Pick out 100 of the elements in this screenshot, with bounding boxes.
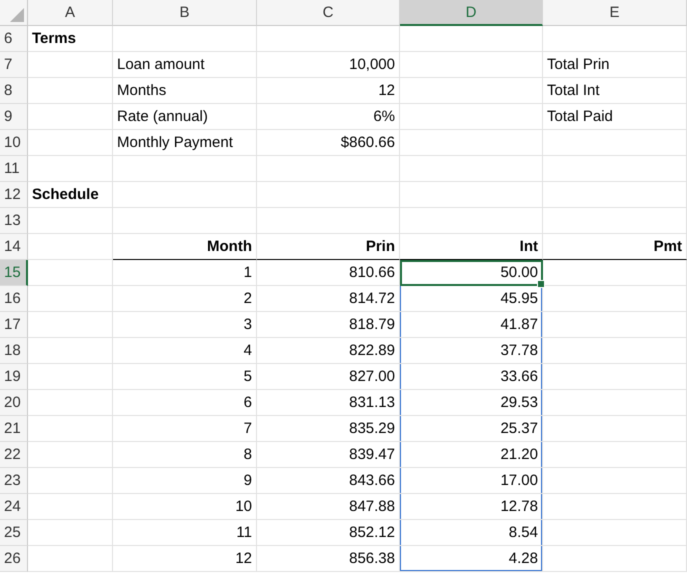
table-cell[interactable]: Pmt xyxy=(543,234,687,260)
table-cell[interactable] xyxy=(28,286,113,312)
table-cell[interactable]: 1 xyxy=(113,260,257,286)
table-cell[interactable]: 25.37 xyxy=(400,416,543,442)
table-cell[interactable] xyxy=(543,416,687,442)
table-cell[interactable]: 45.95 xyxy=(400,286,543,312)
row-header[interactable]: 16 xyxy=(0,286,28,312)
column-header[interactable]: D xyxy=(400,0,543,26)
table-cell[interactable] xyxy=(28,468,113,494)
table-cell[interactable] xyxy=(28,104,113,130)
table-cell[interactable] xyxy=(543,364,687,390)
table-cell[interactable] xyxy=(400,52,543,78)
table-cell[interactable] xyxy=(28,130,113,156)
table-cell[interactable]: 847.88 xyxy=(257,494,400,520)
row-header[interactable]: 21 xyxy=(0,416,28,442)
table-cell[interactable] xyxy=(28,390,113,416)
table-cell[interactable]: Total Prin xyxy=(543,52,687,78)
table-cell[interactable]: 822.89 xyxy=(257,338,400,364)
table-cell[interactable] xyxy=(28,416,113,442)
table-cell[interactable] xyxy=(543,442,687,468)
table-cell[interactable] xyxy=(28,260,113,286)
table-cell[interactable] xyxy=(543,182,687,208)
table-cell[interactable]: 50.00 xyxy=(400,260,543,286)
table-cell[interactable]: 21.20 xyxy=(400,442,543,468)
row-header[interactable]: 15 xyxy=(0,260,28,286)
table-cell[interactable] xyxy=(543,390,687,416)
row-header[interactable]: 13 xyxy=(0,208,28,234)
table-cell[interactable] xyxy=(113,156,257,182)
table-cell[interactable]: Total Int xyxy=(543,78,687,104)
table-cell[interactable] xyxy=(400,104,543,130)
table-cell[interactable] xyxy=(543,468,687,494)
row-header[interactable]: 10 xyxy=(0,130,28,156)
row-header[interactable]: 8 xyxy=(0,78,28,104)
row-header[interactable]: 11 xyxy=(0,156,28,182)
table-cell[interactable]: 12.78 xyxy=(400,494,543,520)
table-cell[interactable]: 827.00 xyxy=(257,364,400,390)
table-cell[interactable]: $860.66 xyxy=(257,130,400,156)
row-header[interactable]: 12 xyxy=(0,182,28,208)
table-cell[interactable] xyxy=(28,520,113,546)
table-cell[interactable]: 5 xyxy=(113,364,257,390)
row-header[interactable]: 25 xyxy=(0,520,28,546)
table-cell[interactable]: 10,000 xyxy=(257,52,400,78)
table-cell[interactable] xyxy=(28,312,113,338)
row-header[interactable]: 22 xyxy=(0,442,28,468)
table-cell[interactable]: Months xyxy=(113,78,257,104)
table-cell[interactable] xyxy=(543,338,687,364)
table-cell[interactable]: 6% xyxy=(257,104,400,130)
table-cell[interactable]: Terms xyxy=(28,26,113,52)
table-cell[interactable] xyxy=(400,26,543,52)
table-cell[interactable] xyxy=(543,156,687,182)
table-cell[interactable] xyxy=(543,546,687,572)
table-cell[interactable] xyxy=(28,546,113,572)
table-cell[interactable] xyxy=(543,208,687,234)
table-cell[interactable]: 33.66 xyxy=(400,364,543,390)
row-header[interactable]: 6 xyxy=(0,26,28,52)
column-header[interactable]: B xyxy=(113,0,257,26)
table-cell[interactable]: 17.00 xyxy=(400,468,543,494)
table-cell[interactable]: 7 xyxy=(113,416,257,442)
table-cell[interactable] xyxy=(400,130,543,156)
row-header[interactable]: 7 xyxy=(0,52,28,78)
table-cell[interactable] xyxy=(257,208,400,234)
row-header[interactable]: 26 xyxy=(0,546,28,572)
table-cell[interactable]: 856.38 xyxy=(257,546,400,572)
table-cell[interactable] xyxy=(113,182,257,208)
table-cell[interactable] xyxy=(28,364,113,390)
fill-handle[interactable] xyxy=(537,280,545,288)
table-cell[interactable]: 3 xyxy=(113,312,257,338)
table-cell[interactable]: 835.29 xyxy=(257,416,400,442)
table-cell[interactable]: Loan amount xyxy=(113,52,257,78)
table-cell[interactable] xyxy=(543,26,687,52)
table-cell[interactable]: 852.12 xyxy=(257,520,400,546)
table-cell[interactable] xyxy=(543,260,687,286)
table-cell[interactable]: Total Paid xyxy=(543,104,687,130)
table-cell[interactable] xyxy=(28,208,113,234)
table-cell[interactable]: 12 xyxy=(113,546,257,572)
table-cell[interactable] xyxy=(28,156,113,182)
table-cell[interactable]: Schedule xyxy=(28,182,113,208)
table-cell[interactable] xyxy=(543,520,687,546)
table-cell[interactable]: 11 xyxy=(113,520,257,546)
table-cell[interactable]: Prin xyxy=(257,234,400,260)
table-cell[interactable] xyxy=(543,130,687,156)
row-header[interactable]: 20 xyxy=(0,390,28,416)
row-header[interactable]: 23 xyxy=(0,468,28,494)
table-cell[interactable] xyxy=(543,312,687,338)
row-header[interactable]: 14 xyxy=(0,234,28,260)
table-cell[interactable] xyxy=(28,52,113,78)
row-header[interactable]: 18 xyxy=(0,338,28,364)
table-cell[interactable]: Int xyxy=(400,234,543,260)
table-cell[interactable]: 818.79 xyxy=(257,312,400,338)
row-header[interactable]: 24 xyxy=(0,494,28,520)
table-cell[interactable]: Rate (annual) xyxy=(113,104,257,130)
table-cell[interactable] xyxy=(28,78,113,104)
table-cell[interactable] xyxy=(257,182,400,208)
table-cell[interactable]: 8 xyxy=(113,442,257,468)
table-cell[interactable]: 839.47 xyxy=(257,442,400,468)
table-cell[interactable] xyxy=(400,208,543,234)
table-cell[interactable] xyxy=(28,338,113,364)
table-cell[interactable]: 9 xyxy=(113,468,257,494)
table-cell[interactable] xyxy=(543,494,687,520)
table-cell[interactable] xyxy=(113,208,257,234)
